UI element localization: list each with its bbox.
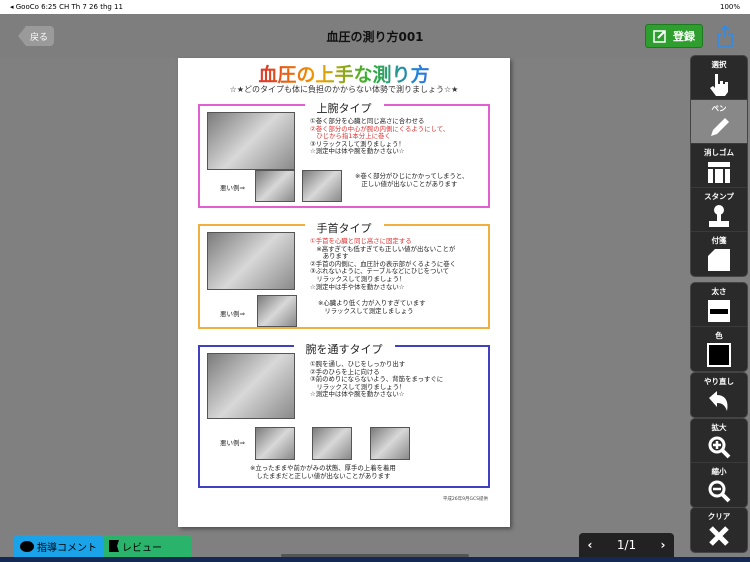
hand-pointer-icon (710, 74, 728, 96)
section-text: ①手首を心臓と同じ高さに固定する ※高すぎても低すぎても正しい値が出ないことが … (310, 237, 457, 291)
bad-example-label: 悪い例⇒ (220, 310, 245, 318)
sticky-note-icon (708, 249, 730, 271)
status-left: ◂ GooCo 6:25 CH Th 7 26 thg 11 (10, 3, 123, 11)
tool-zoom-out[interactable]: 縮小 (691, 463, 747, 507)
tool-clear[interactable]: クリア (691, 508, 747, 552)
tool-group-undo: やり直し (690, 372, 748, 418)
section-upper-arm: 上腕タイプ ①巻く部分を心臓と同じ高さに合わせる ②巻く部分の中心が腕の内側にくる… (198, 102, 490, 208)
section-arm-through: 腕を通すタイプ ①腕を通し、ひじをしっかり出す ②手のひらを上に向ける ③前のめりに… (198, 343, 490, 488)
photo (255, 170, 295, 202)
photo (207, 353, 295, 419)
tool-group-draw: 選択 ペン 消しゴム スタンプ 付箋 (690, 55, 748, 277)
page-indicator: 1/1 (616, 538, 637, 552)
section-wrist: 手首タイプ ①手首を心臓と同じ高さに固定する ※高すぎても低すぎても正しい値が出… (198, 222, 490, 329)
tool-undo[interactable]: やり直し (691, 373, 747, 417)
prev-page-button[interactable]: ‹ (579, 538, 601, 552)
section-heading: 上腕タイプ (304, 102, 384, 115)
register-button[interactable]: 登録 (645, 24, 703, 48)
zoom-out-icon (708, 480, 731, 503)
register-label: 登録 (673, 30, 695, 43)
section-text: ①腕を通し、ひじをしっかり出す ②手のひらを上に向ける ③前のめりにならないよう、背… (310, 360, 444, 399)
zoom-in-icon (708, 436, 731, 459)
photo (302, 170, 342, 202)
undo-arrow-icon (709, 391, 728, 411)
tool-thickness[interactable]: 太さ (691, 283, 747, 327)
tool-stamp[interactable]: スタンプ (691, 188, 747, 232)
bottom-tabs: 指導コメント レビュー (14, 535, 191, 557)
tab-review[interactable]: レビュー (103, 535, 191, 557)
tool-group-zoom: 拡大 縮小 (690, 418, 748, 508)
section-text: ①巻く部分を心臓と同じ高さに合わせる ②巻く部分の中心が腕の内側にくるようにして、… (310, 117, 450, 156)
review-icon (109, 540, 119, 552)
doc-footer: 平成26年9月GCS提供 (442, 497, 488, 502)
edit-icon (653, 30, 666, 43)
pencil-icon (711, 118, 729, 136)
tool-color[interactable]: 色 (691, 327, 747, 371)
doc-title: 血圧の上手な測り方 (218, 60, 470, 87)
battery-status: 100% (719, 3, 740, 11)
photo (255, 427, 295, 460)
nav-bar: 戻る 血圧の測り方001 登録 (0, 14, 750, 58)
tool-select[interactable]: 選択 (691, 56, 747, 100)
status-bar: ◂ GooCo 6:25 CH Th 7 26 thg 11 100% (0, 0, 750, 14)
page-navigator: ‹ 1/1 › (579, 533, 674, 557)
note-text: ※巻く部分がひじにかかってしまうと、 正しい値が出ないことがあります (355, 172, 469, 188)
tool-zoom-in[interactable]: 拡大 (691, 419, 747, 463)
close-x-icon (709, 526, 729, 546)
document-page[interactable]: 血圧の上手な測り方 ☆★どのタイプも体に負担のかからない体勢で測りましょう☆★ … (178, 58, 510, 527)
tool-pen[interactable]: ペン (691, 100, 747, 144)
page-title: 血圧の測り方001 (326, 30, 424, 44)
photo (207, 232, 295, 290)
color-swatch-icon (707, 343, 731, 367)
stamp-icon (709, 205, 729, 227)
bottom-bar (0, 557, 750, 562)
tool-group-style: 太さ 色 (690, 282, 748, 372)
section-heading: 腕を通すタイプ (293, 343, 395, 356)
bad-example-label: 悪い例⇒ (220, 439, 245, 447)
photo (207, 112, 295, 170)
bad-example-label: 悪い例⇒ (220, 184, 245, 192)
tool-eraser[interactable]: 消しゴム (691, 144, 747, 188)
note-text: ※心臓より低く力が入りすぎています リラックスして測定しましょう (318, 299, 426, 315)
tab-guidance-comment[interactable]: 指導コメント (14, 535, 103, 557)
photo (370, 427, 410, 460)
section-heading: 手首タイプ (304, 222, 384, 235)
photo (257, 295, 297, 327)
next-page-button[interactable]: › (652, 538, 674, 552)
tool-sticky-note[interactable]: 付箋 (691, 232, 747, 276)
note-text: ※立ったままや前かがみの状態、厚手の上着を着用 したままだと正しい値が出ないこと… (250, 464, 396, 480)
eraser-icon (708, 162, 730, 183)
tool-group-clear: クリア (690, 507, 748, 553)
share-icon[interactable] (716, 24, 734, 48)
photo (312, 427, 352, 460)
line-thickness-icon (708, 300, 730, 322)
comment-bubble-icon (20, 540, 34, 552)
doc-subtitle: ☆★どのタイプも体に負担のかからない体勢で測りましょう☆★ (229, 85, 459, 94)
